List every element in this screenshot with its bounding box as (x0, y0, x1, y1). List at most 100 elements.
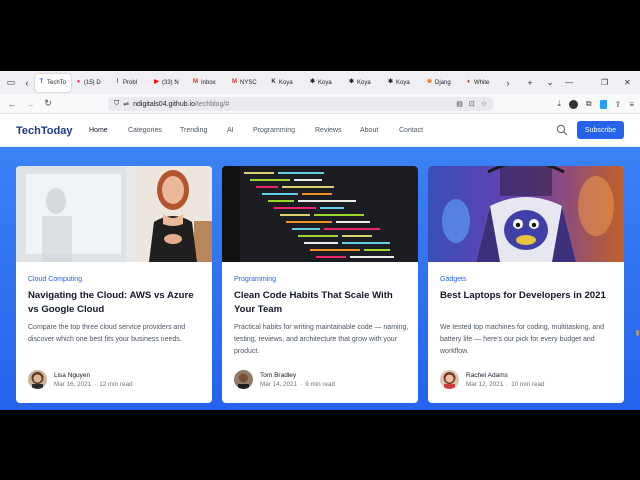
tab-favicon-icon: ♦ (466, 79, 471, 85)
site-info-icon[interactable]: ⇌ (123, 100, 129, 108)
new-tab-icon[interactable]: + (522, 75, 538, 91)
menu-item-trending[interactable]: Trending (180, 127, 227, 134)
article-meta: Mar 14, 2021 · 9 min read (260, 381, 335, 388)
read-time: 10 min read (511, 381, 545, 388)
shield-icon[interactable]: ⛉ (114, 100, 119, 108)
author-name: Rachel Adams (466, 372, 508, 379)
browser-tab[interactable]: M NYSC (228, 74, 266, 92)
tab-label: Djang (435, 79, 451, 86)
tab-label: NYSC (240, 79, 257, 86)
url-bar[interactable]: ⛉ ⇌ ndigitals04.github.io/techblog/# ▤ ⊡… (108, 97, 493, 111)
browser-window: ▭ ‹ TTechTo✕●(15) D!Probl▶(33) NMInboxMN… (0, 71, 640, 410)
browser-tab[interactable]: K Koya (267, 74, 305, 92)
account-icon[interactable] (568, 99, 578, 109)
menu-item-categories[interactable]: Categories (128, 127, 180, 134)
browser-tab[interactable]: ! Probl (111, 74, 149, 92)
article-description: Practical habits for writing maintainabl… (234, 324, 409, 355)
tab-label: Koya (279, 79, 293, 86)
subscribe-button[interactable]: Subscribe (577, 121, 624, 139)
read-time: 9 min read (305, 381, 335, 388)
tab-favicon-icon: ✱ (309, 79, 316, 85)
menu-item-about[interactable]: About (360, 127, 399, 134)
tab-list-icon[interactable]: ⌄ (542, 75, 558, 91)
tab-scroll-right-icon[interactable]: › (500, 75, 516, 91)
author-avatar (234, 370, 253, 389)
reload-icon[interactable]: ↻ (39, 98, 57, 109)
article-title[interactable]: Best Laptops for Developers in 2021 (440, 289, 616, 303)
browser-tab[interactable]: ❀ Djang (423, 74, 461, 92)
close-tab-icon[interactable]: ✕ (70, 79, 71, 87)
downloads-icon[interactable]: ⤓ (557, 99, 561, 109)
tab-label: TechTo (47, 79, 67, 86)
back-icon[interactable]: ← (3, 99, 21, 109)
article-category[interactable]: Programming (234, 276, 276, 283)
tab-label: Inbox (201, 79, 216, 86)
menu-item-home[interactable]: Home (89, 127, 128, 134)
extensions-icon[interactable]: ⧉ (586, 99, 592, 109)
menu-item-ai[interactable]: AI (227, 127, 253, 134)
article-card[interactable]: Programming Clean Code Habits That Scale… (222, 166, 418, 403)
menu-item-reviews[interactable]: Reviews (315, 127, 360, 134)
tab-favicon-icon: M (193, 79, 198, 85)
article-card[interactable]: Gadgets Best Laptops for Developers in 2… (428, 166, 624, 403)
extension-icon[interactable] (599, 99, 607, 109)
article-description: We tested top machines for coding, multi… (440, 324, 605, 355)
forward-icon[interactable]: → (21, 99, 39, 109)
tab-favicon-icon: T (39, 79, 44, 85)
article-image[interactable] (222, 166, 418, 262)
tab-label: Koya (318, 79, 332, 86)
menu-item-contact[interactable]: Contact (399, 127, 423, 134)
author-name: Tom Bradley (260, 372, 297, 379)
article-category[interactable]: Cloud Computing (28, 276, 82, 283)
article-date: Mar 14, 2021 (260, 381, 298, 388)
site-logo[interactable]: TechToday (16, 125, 72, 137)
tab-favicon-icon: K (271, 79, 276, 85)
bookmark-star-icon[interactable]: ☆ (481, 100, 487, 108)
article-card[interactable]: Cloud Computing Navigating the Cloud: AW… (16, 166, 212, 403)
main-menu: Home Categories Trending AI Programming … (89, 127, 423, 134)
browser-tab[interactable]: ● (15) D (72, 74, 110, 92)
minimize-icon[interactable]: — (565, 71, 573, 94)
site-header: TechToday Home Categories Trending AI Pr… (0, 114, 640, 147)
article-meta: Mar 16, 2021 · 12 min read (54, 381, 133, 388)
browser-tab[interactable]: ✱ Koya (384, 74, 422, 92)
tab-favicon-icon: ● (76, 79, 81, 85)
scrollbar[interactable] (636, 330, 639, 336)
tab-favicon-icon: ! (116, 79, 119, 85)
article-meta: Mar 12, 2021 · 10 min read (466, 381, 545, 388)
article-title[interactable]: Navigating the Cloud: AWS vs Azure vs Go… (28, 289, 204, 317)
reader-view-icon[interactable]: ▤ (456, 100, 463, 108)
tab-label: Koya (396, 79, 410, 86)
tab-favicon-icon: ✱ (387, 79, 394, 85)
url-text: ndigitals04.github.io/techblog/# (133, 100, 230, 108)
browser-tab[interactable]: M Inbox (189, 74, 227, 92)
maximize-icon[interactable]: ❐ (601, 71, 608, 94)
article-category[interactable]: Gadgets (440, 276, 466, 283)
menu-icon[interactable]: ≡ (629, 100, 634, 109)
tab-favicon-icon: ❀ (426, 79, 433, 85)
screenshot-icon[interactable]: ⊡ (469, 100, 475, 108)
browser-tab[interactable]: ▶ (33) N (150, 74, 188, 92)
tab-scroll-left-icon[interactable]: ‹ (19, 75, 35, 91)
tab-label: Koya (357, 79, 371, 86)
tab-label: White (474, 79, 490, 86)
browser-tab[interactable]: ✱ Koya (345, 74, 383, 92)
share-icon[interactable]: ⇪ (615, 100, 622, 109)
browser-tab[interactable]: TTechTo✕ (35, 73, 71, 92)
author-avatar (440, 370, 459, 389)
article-image[interactable] (428, 166, 624, 262)
read-time: 12 min read (99, 381, 133, 388)
search-icon[interactable] (556, 124, 568, 136)
navigation-bar: ← → ↻ ⛉ ⇌ ndigitals04.github.io/techblog… (0, 94, 640, 114)
article-image[interactable] (16, 166, 212, 262)
browser-tab[interactable]: ✱ Koya (306, 74, 344, 92)
menu-item-programming[interactable]: Programming (253, 127, 315, 134)
close-window-icon[interactable]: ✕ (624, 71, 631, 94)
tab-overview-icon[interactable]: ▭ (3, 75, 19, 91)
author-name: Lisa Nguyen (54, 372, 91, 379)
article-date: Mar 16, 2021 (54, 381, 92, 388)
author-avatar (28, 370, 47, 389)
browser-tab[interactable]: ♦ White (462, 74, 500, 92)
article-date: Mar 12, 2021 (466, 381, 504, 388)
article-title[interactable]: Clean Code Habits That Scale With Your T… (234, 289, 410, 317)
